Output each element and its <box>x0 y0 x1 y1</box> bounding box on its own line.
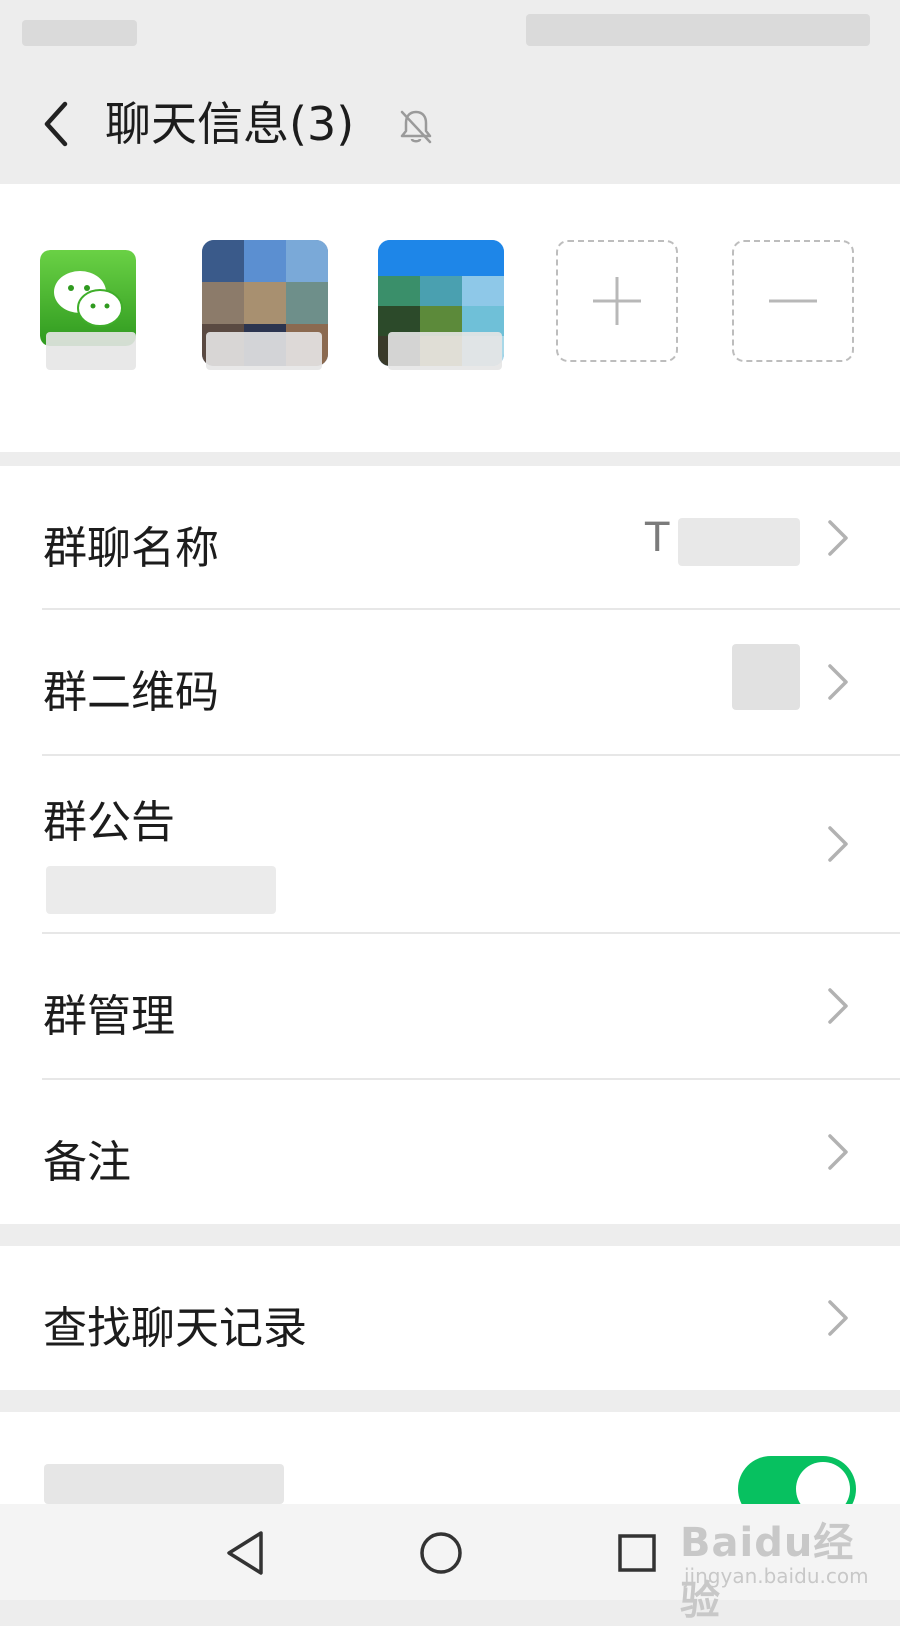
remark-row[interactable]: 备注 <box>0 1080 900 1224</box>
nav-back-button[interactable] <box>210 1518 280 1588</box>
qr-code-label: 群二维码 <box>43 667 219 718</box>
baidu-watermark: Baidu经验 jingyan.baidu.com <box>680 1510 869 1624</box>
group-name-row[interactable]: 群聊名称 T <box>0 466 900 610</box>
header: 聊天信息(3) <box>0 64 900 184</box>
status-icons-blurred <box>526 14 870 46</box>
announcement-text-blurred <box>46 866 276 914</box>
group-name-value-blurred <box>678 518 800 566</box>
square-recents-icon <box>618 1534 656 1572</box>
search-history-row[interactable]: 查找聊天记录 <box>0 1246 900 1390</box>
nav-home-button[interactable] <box>406 1518 476 1588</box>
member-grid <box>0 184 900 452</box>
page-title: 聊天信息(3) <box>105 97 355 151</box>
group-name-value: T <box>645 515 670 561</box>
chevron-right-icon <box>828 826 848 862</box>
toggle-switch[interactable] <box>738 1456 856 1504</box>
settings-group: 群聊名称 T 群二维码 群公告 群管理 备注 <box>0 466 900 1224</box>
chevron-right-icon <box>828 1134 848 1170</box>
chevron-right-icon <box>828 988 848 1024</box>
chevron-right-icon <box>828 664 848 700</box>
announcement-row[interactable]: 群公告 <box>0 756 900 934</box>
announcement-label: 群公告 <box>43 797 175 848</box>
muted-bell-icon <box>400 110 432 144</box>
toggle-label-blurred <box>44 1464 284 1504</box>
search-history-label: 查找聊天记录 <box>43 1303 307 1354</box>
nav-recents-button[interactable] <box>602 1518 672 1588</box>
manage-row[interactable]: 群管理 <box>0 934 900 1080</box>
group-name-label: 群聊名称 <box>43 523 219 574</box>
triangle-back-icon <box>227 1531 263 1575</box>
add-member-button[interactable] <box>556 240 678 362</box>
qr-code-row[interactable]: 群二维码 <box>0 610 900 756</box>
remove-member-button[interactable] <box>732 240 854 362</box>
search-group: 查找聊天记录 <box>0 1246 900 1390</box>
status-time-blurred <box>22 20 137 46</box>
member-name-blurred <box>46 332 136 370</box>
plus-icon <box>593 277 641 325</box>
chevron-right-icon <box>828 1300 848 1336</box>
chevron-right-icon <box>828 520 848 556</box>
manage-label: 群管理 <box>43 991 175 1042</box>
member-name-blurred <box>206 332 322 370</box>
qr-code-thumb-blurred <box>732 644 800 710</box>
toggle-group <box>0 1412 900 1504</box>
status-bar <box>0 0 900 64</box>
minus-icon <box>769 299 817 303</box>
member-name-blurred <box>388 332 502 370</box>
circle-home-icon <box>420 1532 462 1574</box>
back-button[interactable] <box>28 92 84 156</box>
toggle-knob <box>796 1462 850 1504</box>
back-arrow-icon <box>44 101 68 147</box>
remark-label: 备注 <box>43 1137 131 1188</box>
watermark-url: jingyan.baidu.com <box>684 1564 869 1588</box>
